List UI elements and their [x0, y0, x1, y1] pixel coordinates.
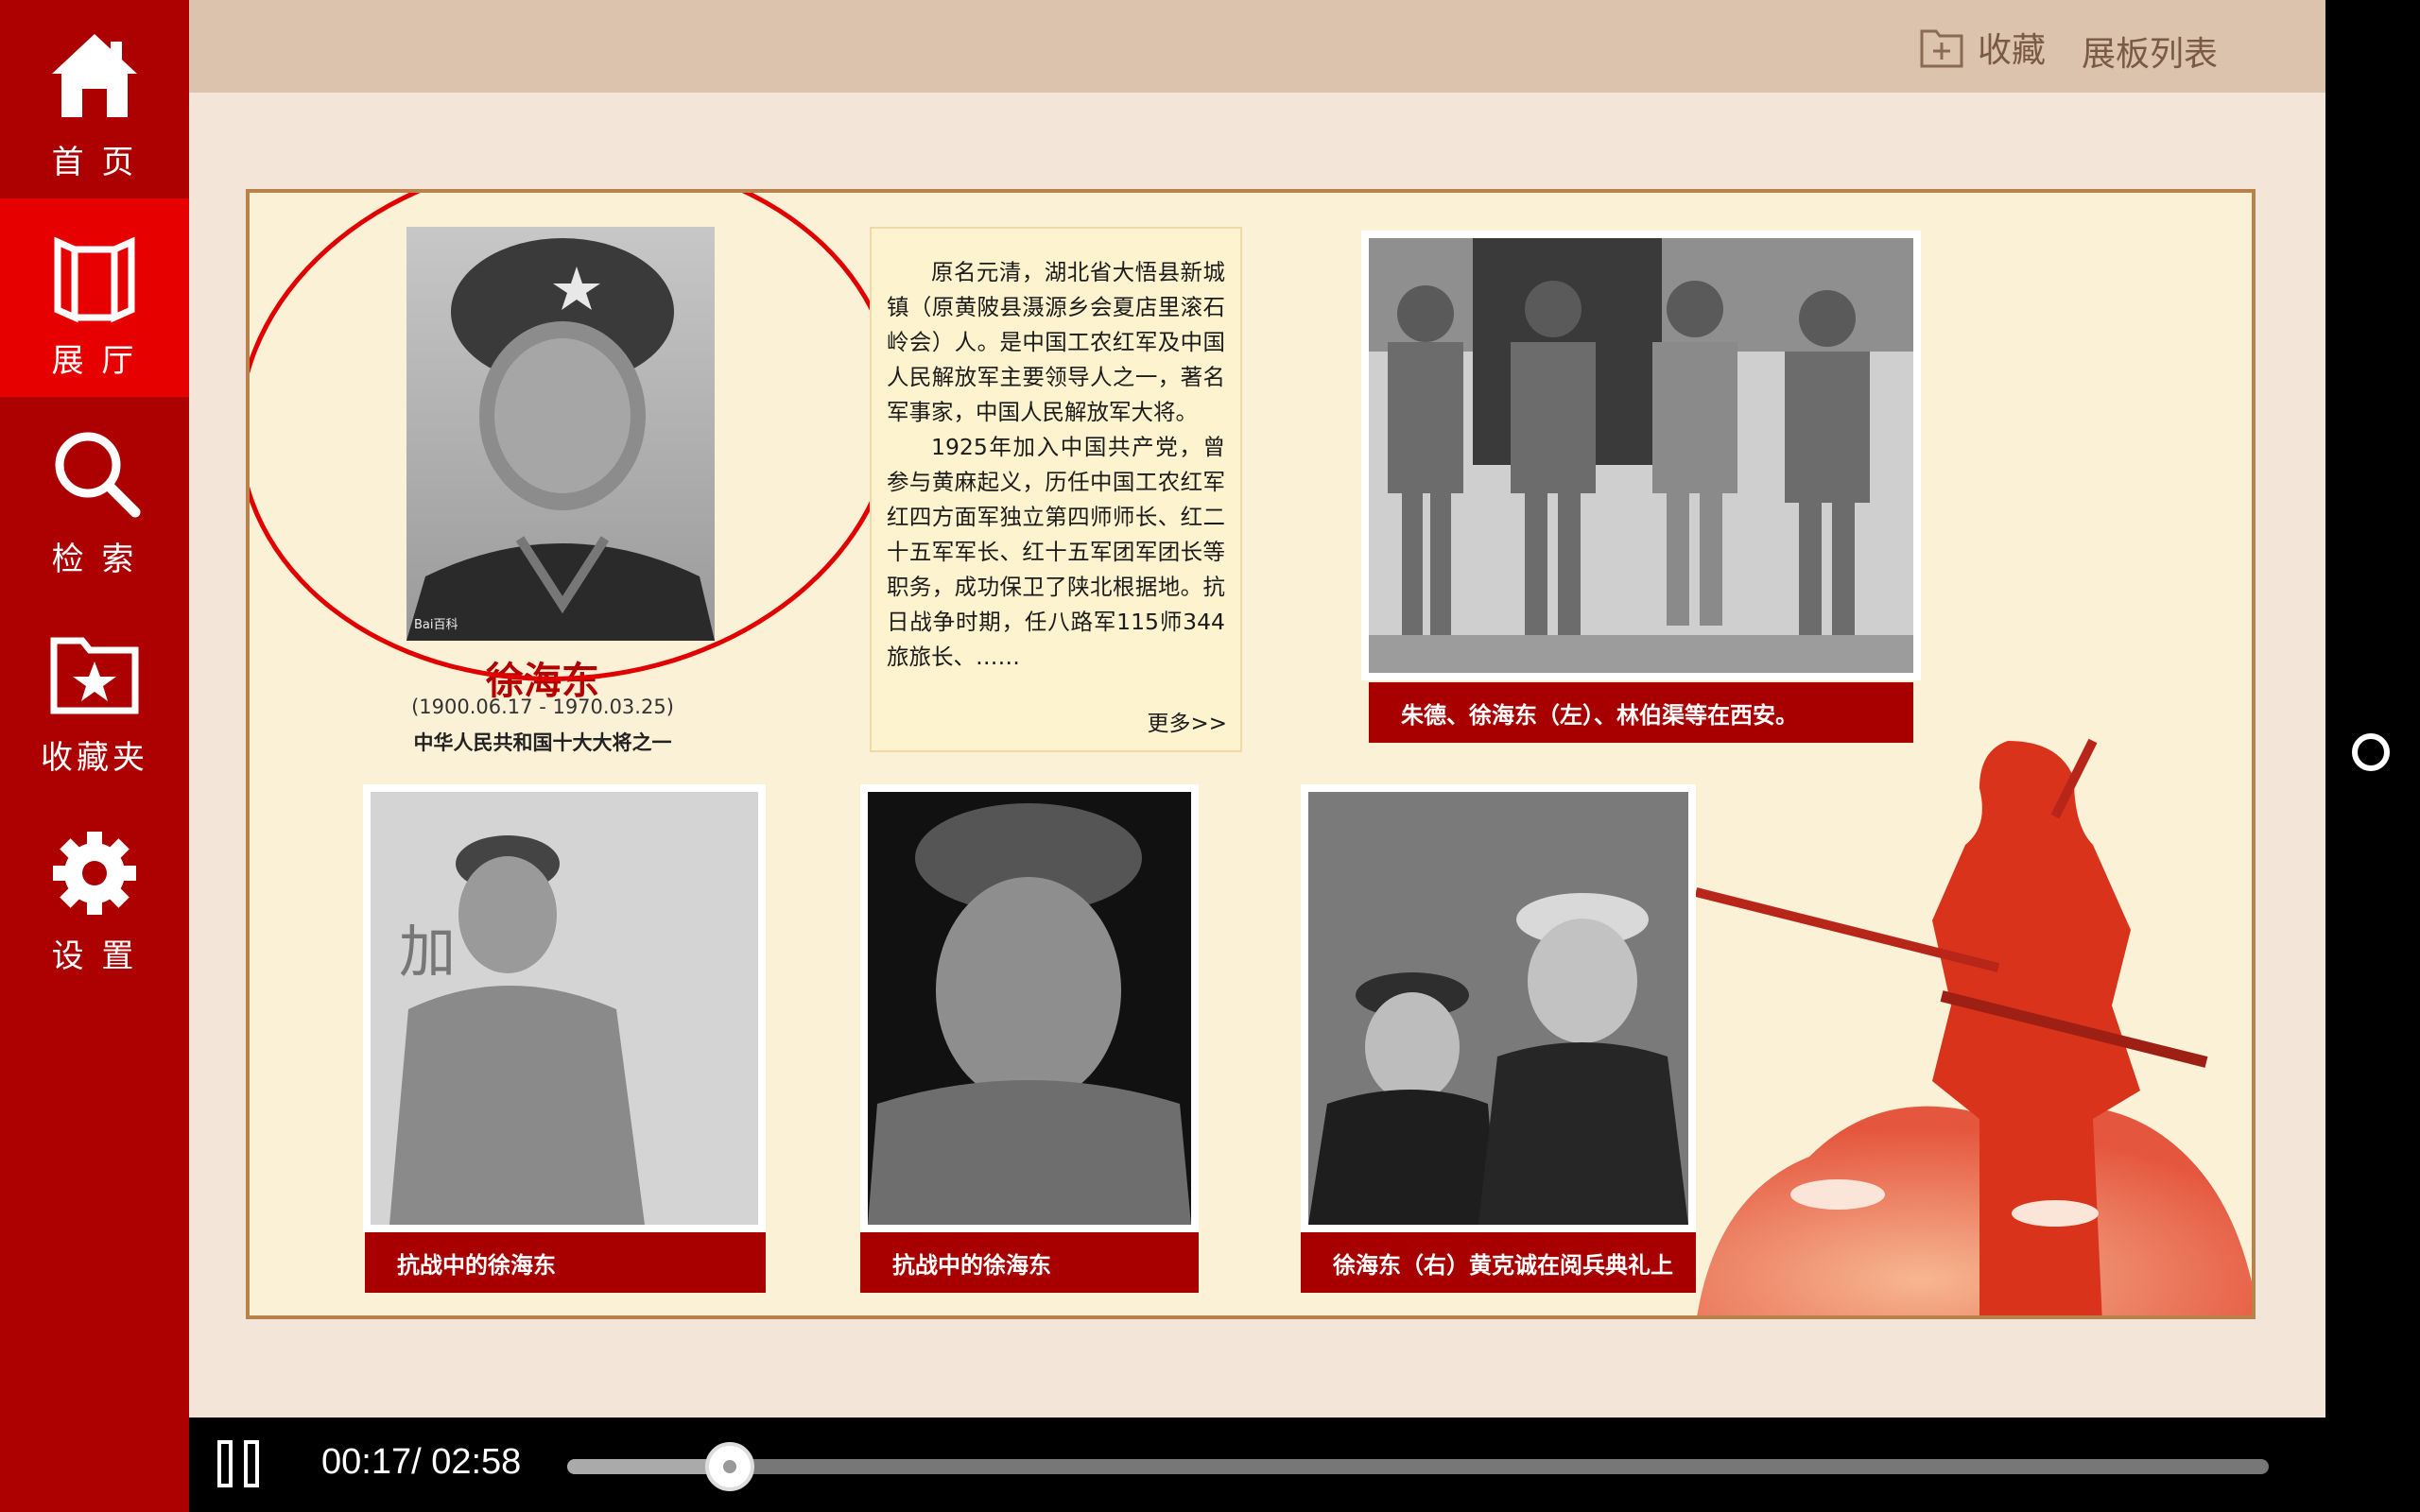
nav-search-label: 检 索 — [51, 541, 138, 578]
caption-war-photo-1: 抗战中的徐海东 — [365, 1232, 766, 1293]
home-icon — [52, 34, 137, 117]
bio-text-box: 原名元清，湖北省大悟县新城镇（原黄陂县滠源乡会夏店里滚石岭会）人。是中国工农红军… — [870, 227, 1242, 752]
favorite-label: 收藏 — [1978, 31, 2047, 70]
caption-parade-photo: 徐海东（右）黄克诚在阅兵典礼上 — [1301, 1232, 1696, 1293]
more-link[interactable]: 更多>> — [1147, 705, 1227, 737]
war-photo-2-image — [868, 792, 1191, 1225]
war-photo-1-image: 加 — [371, 792, 758, 1225]
nav-home[interactable]: 首 页 — [0, 0, 189, 198]
group-photo-image — [1369, 238, 1913, 673]
bio-paragraph-2: 1925年加入中国共产党，曾参与黄麻起义，历任中国工农红军红四方面军独立第四师师… — [887, 434, 1225, 670]
caption-war-photo-2: 抗战中的徐海东 — [860, 1232, 1199, 1293]
time-display: 00:17/ 02:58 — [321, 1442, 522, 1482]
highlight-circle — [250, 193, 925, 714]
soldier-silhouette-decoration — [1696, 738, 2252, 1315]
nav-settings[interactable]: 设 置 — [0, 794, 189, 992]
main-area: 收藏 展板列表 Bai百科 徐海东 (1900.06.17 - 1970.03.… — [189, 0, 2325, 1418]
nav-exhibition-label: 展 厅 — [51, 342, 138, 380]
panel-list-button[interactable]: 展板列表 — [2082, 26, 2218, 76]
nav-favorites-label: 收藏夹 — [41, 739, 148, 777]
nav-exhibition[interactable]: 展 厅 — [0, 198, 189, 397]
war-photo-2[interactable] — [860, 784, 1199, 1232]
exhibition-icon — [54, 236, 135, 323]
progress-thumb[interactable] — [704, 1442, 754, 1491]
parade-photo-image — [1308, 792, 1688, 1225]
top-bar: 收藏 展板列表 — [189, 0, 2325, 93]
favorites-folder-icon — [50, 637, 139, 714]
bio-paragraph-1: 原名元清，湖北省大悟县新城镇（原黄陂县滠源乡会夏店里滚石岭会）人。是中国工农红军… — [887, 259, 1225, 425]
nav-home-label: 首 页 — [51, 144, 138, 181]
exhibit-panel: Bai百科 徐海东 (1900.06.17 - 1970.03.25) 中华人民… — [246, 189, 2256, 1319]
group-photo[interactable] — [1361, 231, 1921, 680]
parade-photo[interactable] — [1301, 784, 1696, 1232]
person-dates: (1900.06.17 - 1970.03.25) — [411, 696, 674, 718]
progress-track[interactable] — [567, 1442, 2269, 1491]
nav-favorites[interactable]: 收藏夹 — [0, 595, 189, 794]
person-subtitle: 中华人民共和国十大大将之一 — [413, 731, 672, 754]
media-player-bar: 00:17/ 02:58 — [189, 1418, 2325, 1512]
floating-handle-button[interactable] — [2352, 733, 2390, 771]
svg-text:加: 加 — [399, 919, 456, 986]
sidebar: 首 页 展 厅 检 索 收藏夹 设 置 — [0, 0, 189, 1512]
add-folder-icon — [1920, 29, 1963, 68]
pause-icon[interactable] — [214, 1438, 265, 1489]
gear-icon — [53, 832, 136, 915]
search-icon — [55, 432, 141, 518]
favorite-button[interactable]: 收藏 — [1919, 23, 2046, 72]
nav-search[interactable]: 检 索 — [0, 397, 189, 595]
nav-settings-label: 设 置 — [51, 937, 138, 975]
war-photo-1[interactable]: 加 — [363, 784, 766, 1232]
